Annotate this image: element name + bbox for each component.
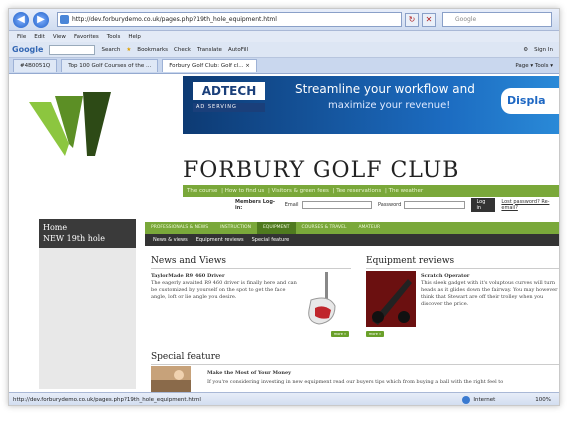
tab-groups[interactable]: #4B0051Q: [13, 59, 58, 72]
tab-forbury[interactable]: Forbury Golf Club: Golf cl... ×: [162, 59, 257, 72]
zoom-level[interactable]: 100%: [535, 397, 551, 403]
address-input[interactable]: http://dev.forburydemo.co.uk/pages.php?1…: [57, 12, 402, 27]
menu-file[interactable]: File: [17, 34, 26, 40]
menu-help[interactable]: Help: [128, 34, 141, 40]
tab-groups-label: #4B0051Q: [20, 63, 51, 69]
toolbar-translate[interactable]: Translate: [197, 47, 222, 53]
security-zone: Internet: [462, 396, 495, 404]
news-title[interactable]: TaylorMade R9 460 Driver: [151, 273, 225, 279]
page-favicon-icon: [60, 15, 69, 24]
email-label: Email: [284, 201, 299, 208]
feature-title[interactable]: Make the Most of Your Money: [207, 370, 291, 376]
nav-find-us[interactable]: How to find us: [225, 188, 265, 194]
menu-view[interactable]: View: [53, 34, 66, 40]
stop-icon[interactable]: ✕: [422, 12, 436, 27]
feature-text: If you're considering investing in new e…: [207, 379, 504, 385]
sidebar-home-label: Home: [43, 223, 68, 232]
sidebar: Home NEW 19th hole: [39, 219, 136, 389]
refresh-icon[interactable]: ↻: [405, 12, 419, 27]
ad-brand-sub: AD SERVING: [193, 103, 265, 112]
command-bar[interactable]: Page ▾ Tools ▾: [515, 63, 559, 69]
review-text: This sleek gadget with it's voluptous cu…: [421, 280, 558, 307]
password-label: Password: [377, 201, 402, 208]
review-heading: Equipment reviews: [366, 256, 559, 269]
toolbar-sign-in[interactable]: Sign In: [534, 47, 553, 53]
address-bar-row: ◀ ▶ http://dev.forburydemo.co.uk/pages.p…: [9, 9, 559, 31]
tab-equipment[interactable]: EQUIPMENT: [256, 222, 296, 234]
tab-courses-travel[interactable]: COURSES & TRAVEL: [296, 222, 353, 234]
close-tab-icon[interactable]: ×: [245, 63, 250, 69]
ad-brand: ADTECH: [193, 82, 265, 100]
toolbar-search-button[interactable]: Search: [101, 47, 120, 53]
email-field[interactable]: [301, 200, 372, 209]
sub-nav: News & views Equipment reviews Special f…: [145, 234, 559, 246]
menu-edit[interactable]: Edit: [34, 34, 45, 40]
login-label: Members Log-in:: [235, 198, 276, 211]
toolbar-autofill[interactable]: AutoFill: [228, 47, 248, 53]
menu-tools[interactable]: Tools: [107, 34, 121, 40]
forward-button[interactable]: ▶: [33, 11, 49, 28]
club-title: FORBURY GOLF CLUB: [183, 158, 460, 183]
toolbar-bookmarks[interactable]: Bookmarks: [137, 47, 168, 53]
star-icon[interactable]: ★: [126, 47, 131, 53]
news-more-button[interactable]: more »: [331, 331, 349, 337]
toolbar-check[interactable]: Check: [174, 47, 191, 53]
nav-course[interactable]: The course: [187, 188, 217, 194]
toolbar-search-input[interactable]: [49, 44, 96, 55]
forgot-password-link[interactable]: Lost password? Re-email?: [501, 199, 559, 211]
browser-window: ◀ ▶ http://dev.forburydemo.co.uk/pages.p…: [8, 8, 560, 406]
status-bar: http://dev.forburydemo.co.uk/pages.php?1…: [9, 392, 559, 405]
subnav-news-views[interactable]: News & views: [153, 237, 188, 243]
tab-top-100[interactable]: Top 100 Golf Courses of the ...: [61, 59, 159, 72]
google-toolbar: Google Search ★ Bookmarks Check Translat…: [9, 42, 559, 58]
menu-favorites[interactable]: Favorites: [74, 34, 99, 40]
tab-amateur[interactable]: AMATEUR: [352, 222, 386, 234]
review-title[interactable]: Scratch Operator: [421, 273, 469, 279]
tab-forbury-label: Forbury Golf Club: Golf cl...: [169, 63, 244, 69]
feature-heading: Special feature: [151, 352, 559, 365]
status-url: http://dev.forburydemo.co.uk/pages.php?1…: [13, 397, 201, 403]
wrench-icon[interactable]: ⚙: [523, 47, 528, 53]
news-heading: News and Views: [151, 256, 351, 269]
back-button[interactable]: ◀: [13, 11, 29, 28]
search-input[interactable]: Google: [442, 12, 552, 27]
tab-instruction[interactable]: INSTRUCTION: [214, 222, 257, 234]
web-page: ADTECH AD SERVING Streamline your workfl…: [9, 74, 559, 392]
address-text: http://dev.forburydemo.co.uk/pages.php?1…: [72, 16, 277, 23]
sidebar-item-19th-hole[interactable]: NEW 19th hole: [43, 233, 132, 244]
trolley-image: [366, 271, 416, 327]
zone-label: Internet: [473, 397, 496, 403]
ad-display-badge: Displa: [501, 88, 559, 114]
main-nav: PROFESSIONALS & NEWS INSTRUCTION EQUIPME…: [145, 222, 559, 234]
subnav-equipment-reviews[interactable]: Equipment reviews: [196, 237, 244, 243]
menu-bar: File Edit View Favorites Tools Help: [9, 31, 559, 42]
login-button[interactable]: Log in: [471, 197, 496, 212]
password-field[interactable]: [404, 200, 466, 209]
globe-icon: [462, 396, 471, 404]
tab-top-100-label: Top 100 Golf Courses of the ...: [68, 63, 152, 69]
tab-professionals-news[interactable]: PROFESSIONALS & NEWS: [145, 222, 214, 234]
sidebar-home[interactable]: Home NEW 19th hole: [39, 219, 136, 248]
nav-visitors[interactable]: Visitors & green fees: [272, 188, 329, 194]
top-nav: The course | How to find us | Visitors &…: [183, 185, 559, 197]
driver-image: [308, 272, 336, 325]
nav-tee-reservations[interactable]: Tee reservations: [336, 188, 381, 194]
feature-image: [151, 366, 191, 392]
google-logo: Google: [12, 45, 44, 54]
club-logo: [29, 92, 111, 156]
tab-bar: #4B0051Q Top 100 Golf Courses of the ...…: [9, 58, 559, 74]
adtech-banner[interactable]: ADTECH AD SERVING Streamline your workfl…: [183, 76, 559, 134]
review-more-button[interactable]: more »: [366, 331, 384, 337]
member-login: Members Log-in: Email Password Log in Lo…: [183, 197, 559, 212]
ad-tagline: maximize your revenue!: [328, 100, 451, 111]
subnav-special-feature[interactable]: Special feature: [252, 237, 290, 243]
news-text: The eagerly awaited R9 460 driver is fin…: [151, 280, 297, 300]
nav-weather[interactable]: The weather: [389, 188, 424, 194]
ad-headline: Streamline your workflow and: [295, 82, 475, 96]
